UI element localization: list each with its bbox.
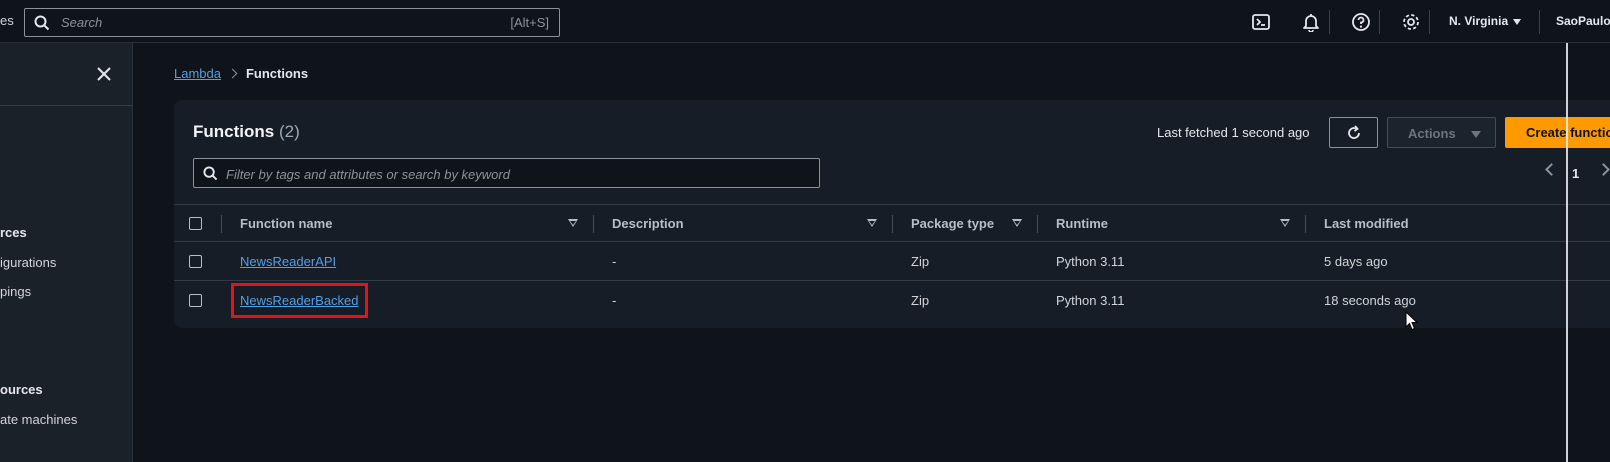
sort-icon[interactable] bbox=[1012, 219, 1022, 227]
column-header-description[interactable]: Description bbox=[612, 216, 684, 231]
create-function-label: Create function bbox=[1526, 125, 1610, 140]
column-separator bbox=[892, 215, 893, 233]
sort-icon[interactable] bbox=[568, 219, 578, 227]
description-cell: - bbox=[612, 254, 617, 269]
breadcrumb-lambda-link[interactable]: Lambda bbox=[174, 66, 221, 81]
column-header-runtime[interactable]: Runtime bbox=[1056, 216, 1108, 231]
package-type-cell: Zip bbox=[911, 293, 930, 308]
caret-down-icon bbox=[1513, 18, 1522, 25]
sidebar-section-heading: ources bbox=[0, 382, 43, 397]
functions-panel: Functions (2) Last fetched 1 second ago … bbox=[174, 100, 1610, 328]
last-fetched-text: Last fetched 1 second ago bbox=[1157, 125, 1310, 140]
cloudshell-icon[interactable] bbox=[1251, 12, 1271, 32]
services-menu-label[interactable]: es bbox=[0, 13, 14, 28]
runtime-cell: Python 3.11 bbox=[1056, 254, 1125, 269]
last-modified-cell: 5 days ago bbox=[1324, 254, 1388, 269]
notifications-bell-icon[interactable] bbox=[1301, 12, 1321, 32]
column-header-package-type[interactable]: Package type bbox=[911, 216, 994, 231]
previous-page-icon[interactable] bbox=[1545, 163, 1558, 176]
region-selector[interactable]: N. Virginia bbox=[1449, 14, 1522, 28]
scrollbar[interactable] bbox=[1566, 43, 1568, 462]
next-page-icon[interactable] bbox=[1597, 163, 1610, 176]
column-separator bbox=[593, 215, 594, 233]
close-icon[interactable] bbox=[96, 66, 112, 82]
search-placeholder: Search bbox=[61, 15, 103, 30]
search-shortcut-hint: [Alt+S] bbox=[510, 15, 549, 30]
settings-gear-icon[interactable] bbox=[1401, 12, 1421, 32]
function-count: (2) bbox=[278, 122, 300, 141]
nav-divider bbox=[1379, 10, 1380, 34]
region-label: N. Virginia bbox=[1449, 14, 1509, 28]
breadcrumb: Lambda Functions bbox=[174, 66, 308, 81]
column-separator bbox=[1305, 215, 1306, 233]
table-header: Function name Description Package type R… bbox=[174, 204, 1610, 242]
chevron-right-icon bbox=[227, 68, 238, 79]
sidebar-item-mappings[interactable]: pings bbox=[0, 284, 31, 299]
account-menu[interactable]: SaoPaulo- bbox=[1556, 14, 1610, 28]
refresh-icon bbox=[1348, 125, 1360, 139]
search-icon bbox=[203, 166, 218, 181]
column-header-function-name[interactable]: Function name bbox=[240, 216, 332, 231]
select-all-checkbox[interactable] bbox=[189, 217, 202, 230]
caret-down-icon bbox=[1471, 131, 1481, 138]
column-separator bbox=[1037, 215, 1038, 233]
runtime-cell: Python 3.11 bbox=[1056, 293, 1125, 308]
actions-label: Actions bbox=[1408, 126, 1456, 141]
column-separator bbox=[221, 215, 222, 233]
description-cell: - bbox=[612, 293, 617, 308]
nav-divider bbox=[1429, 10, 1430, 34]
sidebar-divider bbox=[0, 105, 133, 106]
sidebar: rces igurations pings ources ate machine… bbox=[0, 43, 133, 462]
help-icon[interactable] bbox=[1351, 12, 1371, 32]
filter-input[interactable]: Filter by tags and attributes or search … bbox=[193, 158, 820, 188]
last-modified-cell: 18 seconds ago bbox=[1324, 293, 1416, 308]
nav-divider bbox=[1539, 10, 1540, 34]
page-title: Functions (2) bbox=[193, 122, 300, 142]
sidebar-item-state-machines[interactable]: ate machines bbox=[0, 412, 77, 427]
table-row[interactable]: NewsReaderAPI - Zip Python 3.11 5 days a… bbox=[174, 242, 1610, 281]
table-row[interactable]: NewsReaderBacked - Zip Python 3.11 18 se… bbox=[174, 281, 1610, 320]
actions-dropdown-button[interactable]: Actions bbox=[1387, 117, 1496, 148]
top-navigation-bar: es Search [Alt+S] N. Virginia SaoPaulo- bbox=[0, 0, 1610, 43]
search-icon bbox=[34, 15, 50, 31]
breadcrumb-current: Functions bbox=[245, 66, 309, 81]
page-number[interactable]: 1 bbox=[1572, 166, 1579, 181]
function-name-link[interactable]: NewsReaderAPI bbox=[240, 254, 336, 269]
nav-divider bbox=[1329, 10, 1330, 34]
filter-placeholder: Filter by tags and attributes or search … bbox=[226, 167, 510, 182]
column-header-last-modified[interactable]: Last modified bbox=[1324, 216, 1409, 231]
row-checkbox[interactable] bbox=[189, 255, 202, 268]
global-search-input[interactable]: Search [Alt+S] bbox=[24, 8, 560, 37]
sort-icon[interactable] bbox=[1280, 219, 1290, 227]
panel-title-text: Functions bbox=[193, 122, 275, 141]
create-function-button[interactable]: Create function bbox=[1505, 117, 1610, 148]
sort-icon[interactable] bbox=[867, 219, 877, 227]
row-checkbox[interactable] bbox=[189, 294, 202, 307]
refresh-button[interactable] bbox=[1329, 117, 1378, 148]
sidebar-section-heading: rces bbox=[0, 225, 27, 240]
mouse-cursor-icon bbox=[1405, 311, 1418, 331]
highlight-box bbox=[231, 283, 368, 318]
sidebar-item-configurations[interactable]: igurations bbox=[0, 255, 56, 270]
package-type-cell: Zip bbox=[911, 254, 930, 269]
